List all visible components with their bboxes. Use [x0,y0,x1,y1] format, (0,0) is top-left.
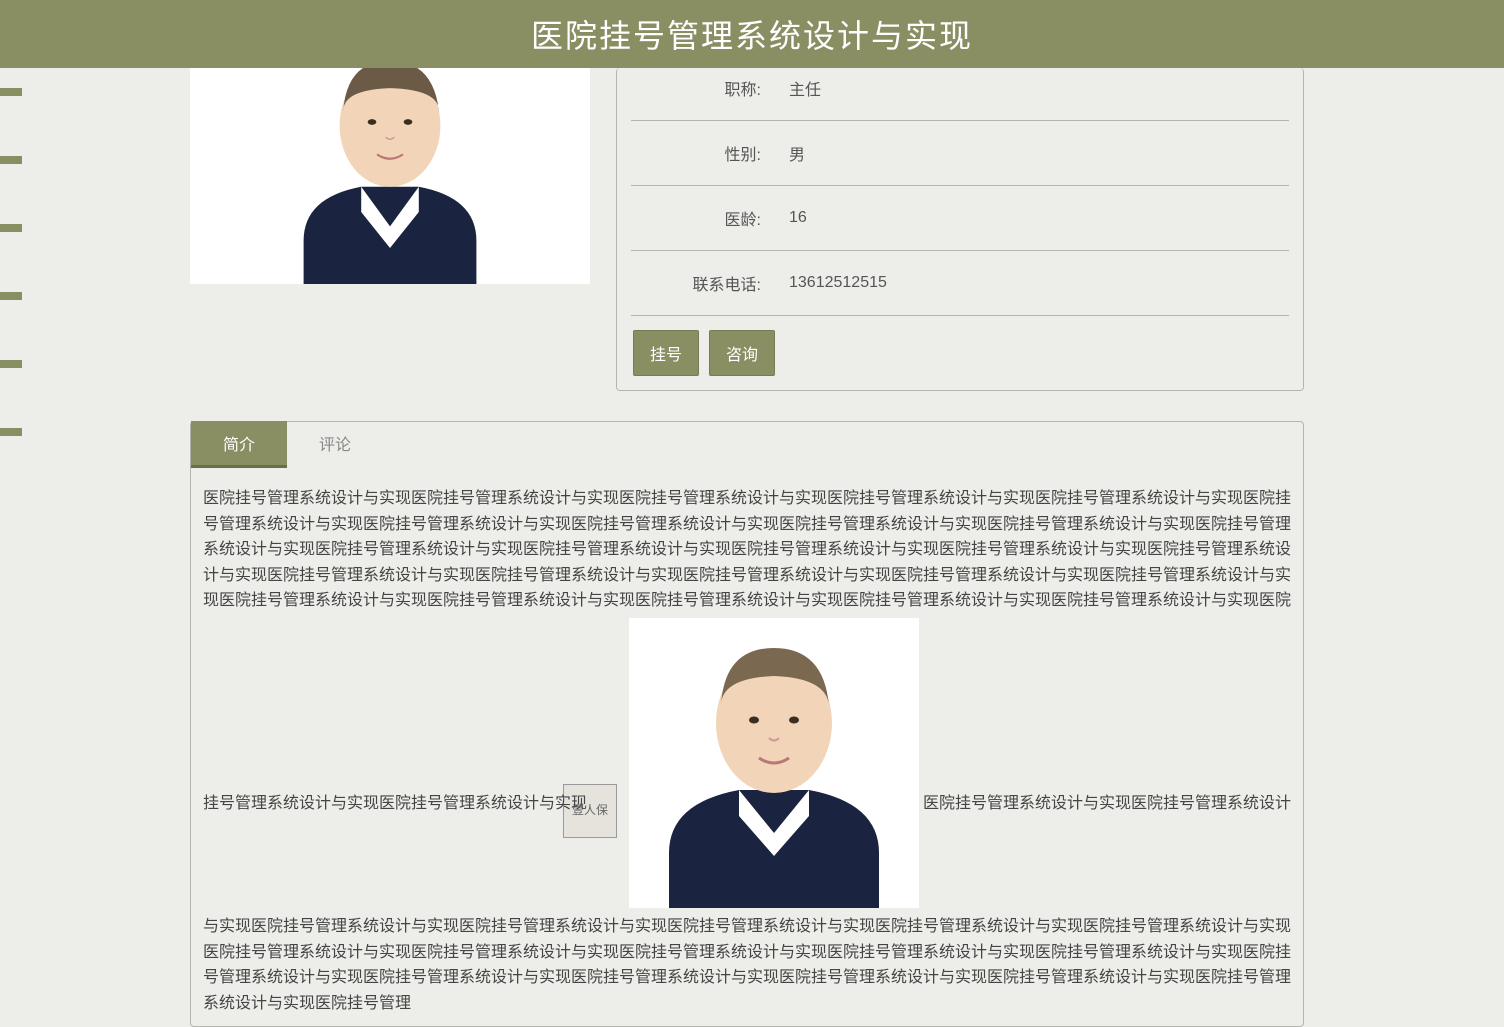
tab-strip: 简介 评论 [191,421,1303,468]
info-label: 联系电话: [671,271,761,295]
info-value: 男 [789,141,805,165]
register-button[interactable]: 挂号 [633,330,699,376]
detail-panel: 简介 评论 医院挂号管理系统设计与实现医院挂号管理系统设计与实现医院挂号管理系统… [190,421,1304,1027]
info-value: 13612512515 [789,274,887,292]
doctor-photo-main [190,68,590,284]
info-label: 医龄: [671,206,761,230]
tab-comments[interactable]: 评论 [287,421,383,468]
info-label: 职称: [671,76,761,100]
intro-left-caption: 挂号管理系统设计与实现医院挂号管理系统设计与实现 [203,791,587,817]
info-row-phone: 联系电话: 13612512515 [631,251,1289,316]
info-row-gender: 性别: 男 [631,121,1289,186]
portrait-icon [190,68,590,284]
intro-paragraph-2: 与实现医院挂号管理系统设计与实现医院挂号管理系统设计与实现医院挂号管理系统设计与… [203,914,1291,1016]
info-value: 16 [789,209,807,227]
header: 医院挂号管理系统设计与实现 春风计算机毕业设 [0,0,1504,68]
info-label: 性别: [671,141,761,165]
doctor-photo-inline [629,618,919,908]
page-title: 医院挂号管理系统设计与实现 [531,11,973,57]
info-row-title: 职称: 主任 [631,68,1289,121]
consult-button[interactable]: 咨询 [709,330,775,376]
watermark-text: 春风计算机毕业设 [1316,27,1504,64]
doctor-info-card: 职称: 主任 性别: 男 医龄: 16 联系电话: 13612512515 挂号 [616,68,1304,391]
portrait-icon [629,618,919,908]
intro-right-caption: 医院挂号管理系统设计与实现医院挂号管理系统设计 [923,791,1291,817]
intro-paragraph-1: 医院挂号管理系统设计与实现医院挂号管理系统设计与实现医院挂号管理系统设计与实现医… [203,486,1291,614]
info-value: 主任 [789,76,821,100]
tab-intro[interactable]: 简介 [191,421,287,468]
info-row-years: 医龄: 16 [631,186,1289,251]
